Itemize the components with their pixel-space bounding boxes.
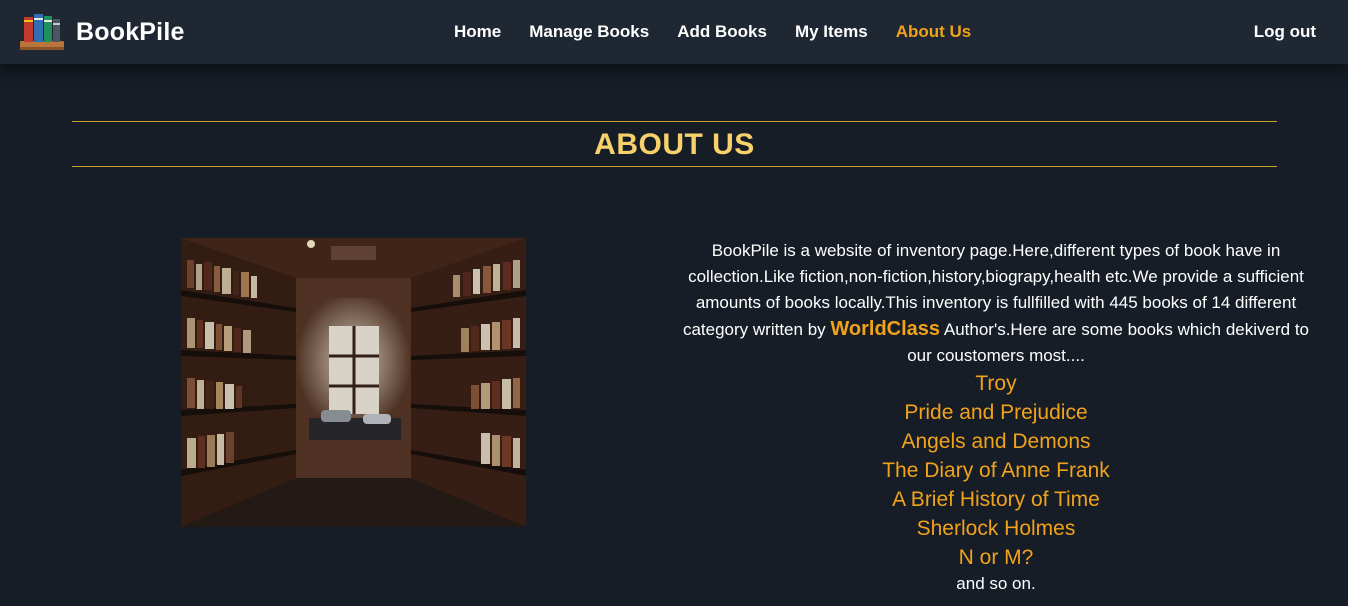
list-item: Troy: [975, 372, 1017, 395]
list-item: Sherlock Holmes: [916, 517, 1076, 540]
worldclass-highlight: WorldClass: [830, 318, 941, 340]
brand-name: BookPile: [76, 17, 185, 46]
about-heading-box: ABOUT US: [72, 121, 1277, 167]
closing-text: and so on.: [956, 574, 1036, 593]
nav-manage-books[interactable]: Manage Books: [515, 22, 663, 42]
list-item: Angels and Demons: [901, 430, 1091, 453]
list-item: A Brief History of Time: [892, 488, 1100, 511]
navbar: BookPile Home Manage Books Add Books My …: [0, 0, 1348, 64]
list-item: Pride and Prejudice: [904, 401, 1088, 424]
nav-add-books[interactable]: Add Books: [663, 22, 781, 42]
about-description: BookPile is a website of inventory page.…: [676, 238, 1316, 369]
description-part2: Author's.Here are some books which dekiv…: [907, 320, 1310, 365]
bookstore-image: [181, 238, 526, 527]
nav-my-items[interactable]: My Items: [781, 22, 882, 42]
about-text-block: BookPile is a website of inventory page.…: [676, 238, 1316, 596]
bookstore-aisle-illustration: [181, 238, 526, 527]
nav-about-us[interactable]: About Us: [882, 22, 986, 42]
logout-link[interactable]: Log out: [1254, 22, 1316, 42]
nav-home[interactable]: Home: [440, 22, 515, 42]
bookshelf-icon: [20, 14, 64, 50]
list-item: N or M?: [958, 546, 1034, 569]
popular-books-list: Troy Pride and Prejudice Angels and Demo…: [676, 369, 1316, 572]
brand-link[interactable]: BookPile: [18, 10, 185, 54]
list-item: The Diary of Anne Frank: [882, 459, 1110, 482]
page-title: ABOUT US: [594, 128, 755, 161]
main-nav: Home Manage Books Add Books My Items Abo…: [440, 0, 985, 64]
